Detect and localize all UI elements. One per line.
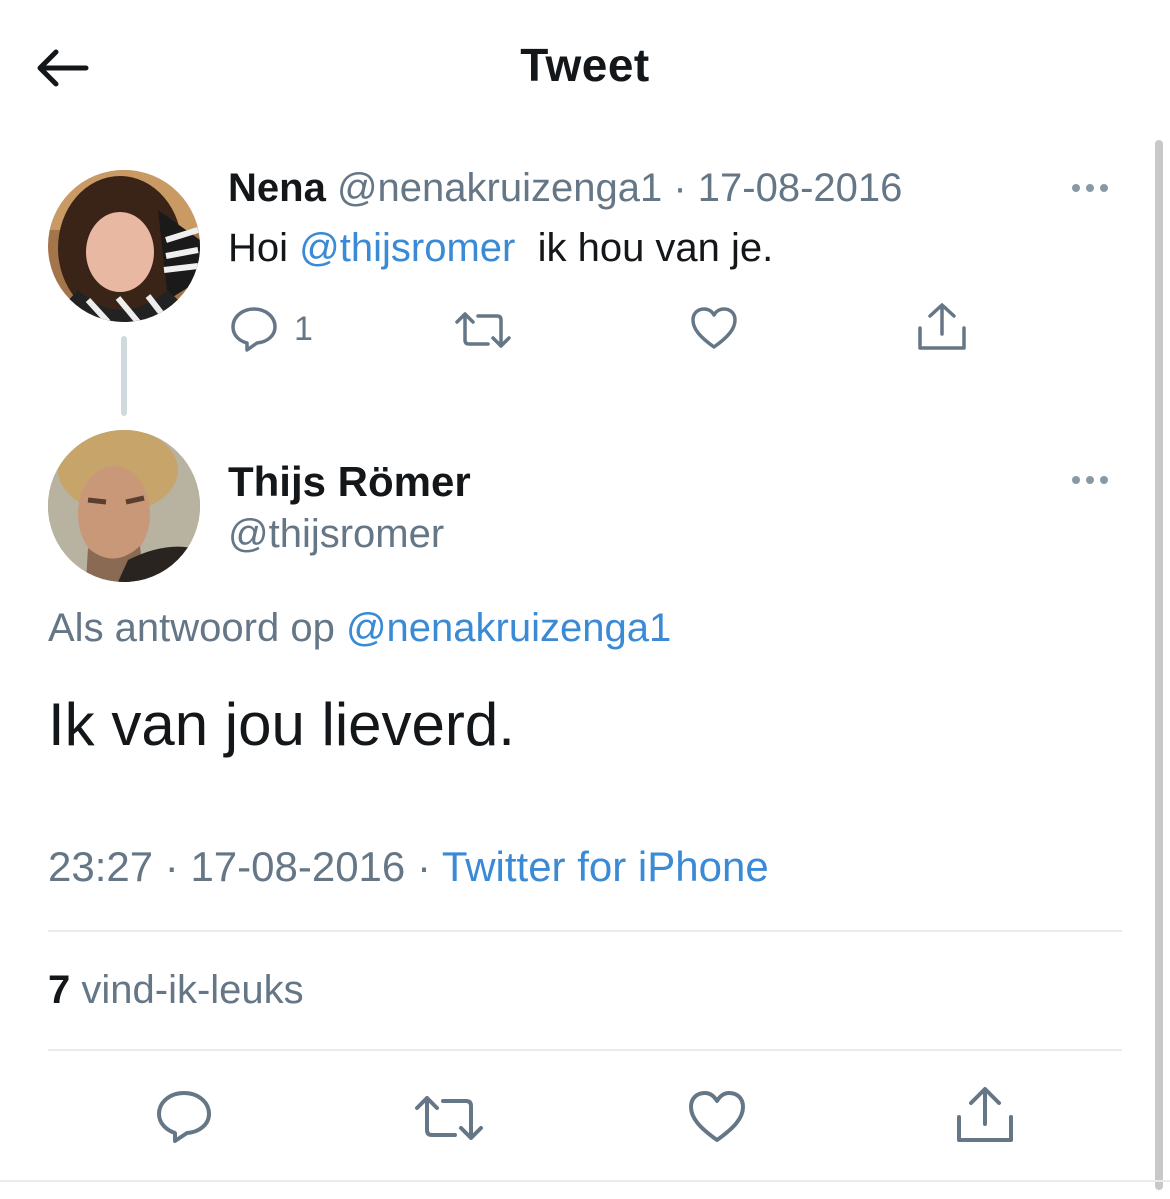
tweet-source-link[interactable]: Twitter for iPhone — [442, 843, 769, 890]
main-retweet-button[interactable] — [414, 1094, 484, 1142]
speech-bubble-icon — [231, 307, 277, 352]
likes-stat[interactable]: 7 vind-ik-leuks — [48, 968, 304, 1013]
retweet-icon — [455, 312, 511, 348]
share-icon — [957, 1087, 1013, 1142]
tweet-meta: 23:27 · 17-08-2016 · Twitter for iPhone — [48, 843, 769, 891]
more-horizontal-icon — [1072, 476, 1080, 484]
meta-separator: · — [405, 843, 442, 890]
thread-connector-line — [121, 336, 127, 416]
scrollbar[interactable] — [1155, 140, 1163, 1190]
main-tweet-text: Ik van jou lieverd. — [48, 691, 515, 758]
parent-reply-button[interactable]: 1 — [230, 306, 313, 352]
parent-reply-count: 1 — [294, 309, 313, 348]
more-dot — [1100, 476, 1108, 484]
parent-retweet-button[interactable] — [454, 310, 512, 350]
main-author-handle[interactable]: @thijsromer — [228, 512, 444, 557]
reply-context: Als antwoord op @nenakruizenga1 — [48, 606, 671, 651]
more-horizontal-icon — [1072, 184, 1080, 192]
reply-prefix: Als antwoord op — [48, 606, 346, 650]
avatar-nena[interactable] — [48, 170, 200, 322]
parent-mention-link[interactable]: @thijsromer — [299, 226, 515, 270]
speech-bubble-icon — [157, 1091, 211, 1143]
main-share-button[interactable] — [954, 1086, 1016, 1144]
profile-photo-thijs — [48, 430, 200, 582]
parent-author-handle[interactable]: @nenakruizenga1 — [337, 166, 662, 210]
heart-icon — [691, 307, 737, 349]
heart-icon — [689, 1091, 745, 1142]
tweet-time: 23:27 — [48, 843, 154, 890]
parent-like-button[interactable] — [690, 306, 738, 350]
likes-label: vind-ik-leuks — [70, 968, 304, 1012]
parent-author-name[interactable]: Nena — [228, 166, 326, 210]
tweet-detail-screen: Tweet Nena @nenakruizenga1 · 17-08-2016 … — [0, 0, 1170, 1199]
likes-count: 7 — [48, 968, 71, 1012]
more-dot — [1086, 476, 1094, 484]
reply-mention-link[interactable]: @nenakruizenga1 — [346, 606, 671, 650]
parent-date[interactable]: 17-08-2016 — [698, 166, 903, 210]
tweet-date: 17-08-2016 — [190, 843, 406, 890]
profile-photo-nena — [48, 170, 200, 322]
main-author-name[interactable]: Thijs Römer — [228, 458, 471, 506]
more-dot — [1100, 184, 1108, 192]
divider — [48, 930, 1122, 932]
parent-tweet-header: Nena @nenakruizenga1 · 17-08-2016 — [228, 166, 902, 211]
main-reply-button[interactable] — [156, 1090, 212, 1144]
page-title: Tweet — [520, 39, 650, 91]
more-dot — [1086, 184, 1094, 192]
share-icon — [918, 303, 966, 350]
main-more-button[interactable] — [1072, 470, 1120, 490]
parent-tweet-text: Hoi @thijsromer ik hou van je. — [228, 226, 773, 271]
avatar-thijs[interactable] — [48, 430, 200, 582]
main-like-button[interactable] — [688, 1090, 746, 1144]
parent-separator: · — [673, 166, 687, 210]
parent-share-button[interactable] — [916, 302, 968, 352]
parent-text-end: ik hou van je. — [515, 226, 774, 270]
parent-more-button[interactable] — [1072, 178, 1120, 198]
meta-separator: · — [153, 843, 191, 890]
bottom-edge-divider — [0, 1180, 1170, 1199]
retweet-icon — [415, 1096, 483, 1140]
divider — [48, 1049, 1122, 1051]
parent-text-start: Hoi — [228, 226, 300, 270]
